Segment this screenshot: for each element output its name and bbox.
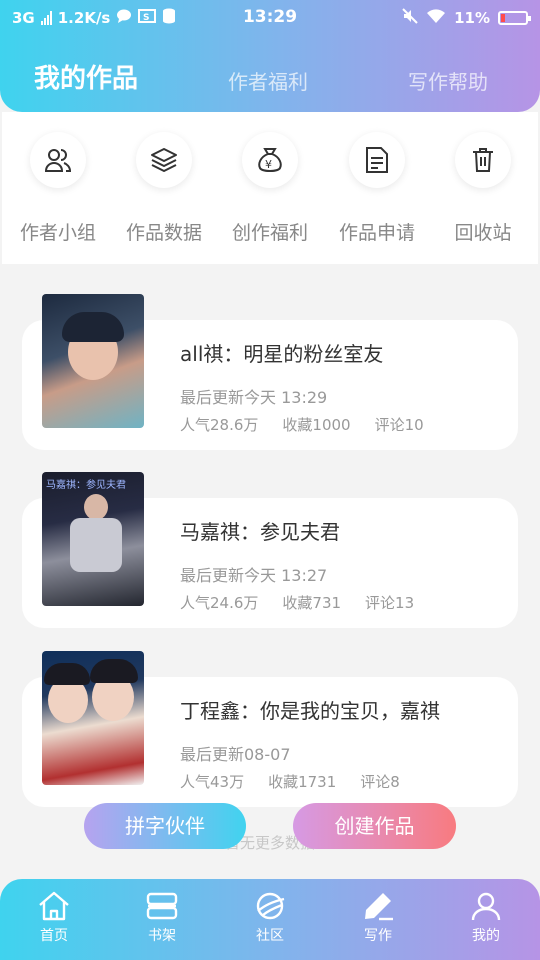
money-bag-icon: ¥ <box>242 132 298 188</box>
work-stats: 人气24.6万 收藏731 评论13 <box>180 592 414 613</box>
shortcut-label: 回收站 <box>454 222 512 244</box>
profile-icon <box>446 891 526 921</box>
nav-label: 首页 <box>40 928 68 944</box>
work-card[interactable]: 丁程鑫：你是我的宝贝，嘉祺 最后更新08-07 人气43万 收藏1731 评论8 <box>22 651 518 807</box>
work-title[interactable]: all祺：明星的粉丝室友 <box>180 338 383 367</box>
shortcut-label: 作品数据 <box>125 222 202 244</box>
shortcut-label: 作品申请 <box>338 222 415 244</box>
status-right: 11% <box>402 8 531 28</box>
list-end-text: 暂无更多数据 <box>224 834 315 852</box>
work-card[interactable]: 马嘉祺：参见夫君 马嘉祺：参见夫君 最后更新今天 13:27 人气24.6万 收… <box>22 472 518 628</box>
status-bar: 3G 1.2K/s S 13:29 11% <box>0 0 540 34</box>
work-popularity: 人气24.6万 <box>180 594 259 612</box>
planet-icon <box>230 891 310 921</box>
work-popularity: 人气28.6万 <box>180 416 259 434</box>
work-updated: 最后更新今天 13:27 <box>180 566 328 585</box>
work-favorites: 收藏731 <box>282 594 342 612</box>
tab-writing-help[interactable]: 写作帮助 <box>408 66 488 95</box>
header: 我的作品 作者福利 写作帮助 <box>0 34 540 112</box>
battery-icon <box>498 11 531 25</box>
work-title[interactable]: 马嘉祺：参见夫君 <box>180 516 340 545</box>
create-work-button[interactable]: 创建作品 <box>293 803 456 849</box>
tab-my-works[interactable]: 我的作品 <box>34 58 138 95</box>
bottom-nav: 首页 书架 社区 写作 我的 <box>0 879 540 960</box>
shortcut-label: 创作福利 <box>231 222 308 244</box>
shortcut-works-data[interactable]: 作品数据 <box>110 132 218 245</box>
work-updated: 最后更新08-07 <box>180 745 291 764</box>
nav-writing[interactable]: 写作 <box>338 891 418 945</box>
nav-bookshelf[interactable]: 书架 <box>122 891 202 945</box>
tab-author-benefits[interactable]: 作者福利 <box>228 66 308 95</box>
layers-icon <box>136 132 192 188</box>
shortcut-label: 作者小组 <box>19 222 96 244</box>
nav-community[interactable]: 社区 <box>230 891 310 945</box>
work-stats: 人气43万 收藏1731 评论8 <box>180 771 400 792</box>
trash-icon <box>455 132 511 188</box>
pen-icon <box>338 891 418 921</box>
wifi-icon <box>426 8 446 28</box>
nav-home[interactable]: 首页 <box>14 891 94 945</box>
shortcut-creation-benefits[interactable]: ¥ 创作福利 <box>216 132 324 245</box>
writing-partner-button[interactable]: 拼字伙伴 <box>84 803 246 849</box>
shortcut-author-group[interactable]: 作者小组 <box>4 132 112 245</box>
battery-percent: 11% <box>454 9 490 27</box>
work-updated: 最后更新今天 13:29 <box>180 388 328 407</box>
work-popularity: 人气43万 <box>180 773 245 791</box>
nav-label: 社区 <box>256 928 284 944</box>
home-icon <box>14 891 94 921</box>
work-stats: 人气28.6万 收藏1000 评论10 <box>180 414 424 435</box>
work-comments: 评论10 <box>374 416 424 434</box>
shortcut-works-apply[interactable]: 作品申请 <box>323 132 431 245</box>
mute-icon <box>402 8 418 28</box>
bookshelf-icon <box>122 891 202 921</box>
work-cover-image[interactable] <box>42 651 144 785</box>
nav-label: 书架 <box>148 928 176 944</box>
nav-label: 我的 <box>472 928 500 944</box>
svg-text:¥: ¥ <box>265 158 272 171</box>
shortcut-grid: 作者小组 作品数据 ¥ 创作福利 作品申请 回收站 <box>2 112 538 264</box>
document-icon <box>349 132 405 188</box>
cover-title-text: 马嘉祺：参见夫君 <box>46 480 126 491</box>
work-title[interactable]: 丁程鑫：你是我的宝贝，嘉祺 <box>180 695 440 724</box>
nav-label: 写作 <box>364 928 392 944</box>
users-icon <box>30 132 86 188</box>
work-comments: 评论8 <box>360 773 400 791</box>
work-card[interactable]: all祺：明星的粉丝室友 最后更新今天 13:29 人气28.6万 收藏1000… <box>22 294 518 450</box>
shortcut-recycle-bin[interactable]: 回收站 <box>429 132 537 245</box>
work-comments: 评论13 <box>365 594 415 612</box>
work-cover-image[interactable]: 马嘉祺：参见夫君 <box>42 472 144 606</box>
work-cover-image[interactable] <box>42 294 144 428</box>
work-favorites: 收藏1000 <box>282 416 351 434</box>
nav-profile[interactable]: 我的 <box>446 891 526 945</box>
work-favorites: 收藏1731 <box>268 773 337 791</box>
